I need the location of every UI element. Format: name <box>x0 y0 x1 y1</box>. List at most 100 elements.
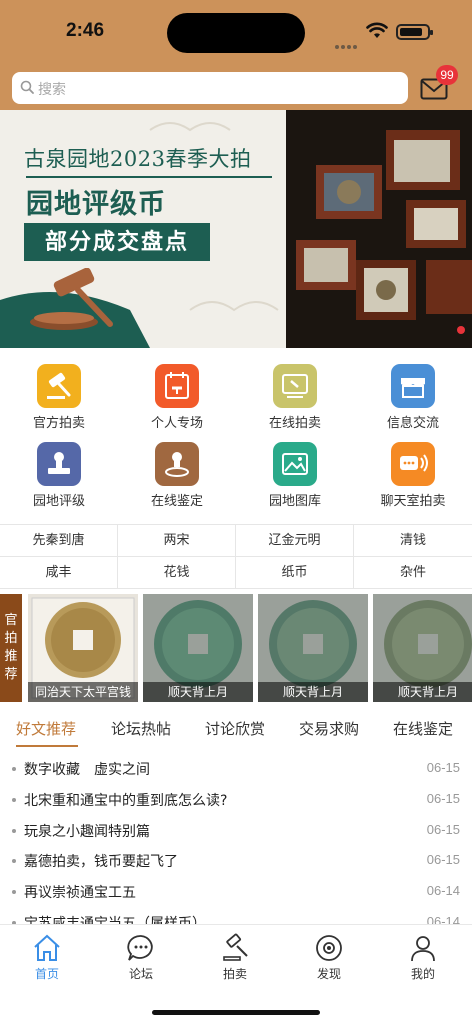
category-table: 先秦到唐 两宋 辽金元明 清钱 咸丰 花钱 纸币 杂件 <box>0 524 472 589</box>
article-tabs: 好文推荐 论坛热帖 讨论欣赏 交易求购 在线鉴定 <box>0 708 472 748</box>
nav-label: 首页 <box>34 967 59 981</box>
banner-subtitle: 园地评级币 <box>26 189 166 220</box>
article-date: 06-14 <box>426 883 460 898</box>
home-icon <box>34 934 60 961</box>
article-date: 06-14 <box>426 914 460 924</box>
carousel-indicator[interactable] <box>457 326 465 334</box>
auction-item-caption: 同治天下太平宫钱 <box>28 682 138 702</box>
tab-trade[interactable]: 交易求购 <box>299 718 359 739</box>
header-bar: 2:46 搜索 99 <box>0 0 472 110</box>
search-placeholder: 搜索 <box>38 82 66 98</box>
category-cell[interactable]: 辽金元明 <box>236 525 354 557</box>
cellular-signal-icon <box>335 34 361 49</box>
article-title: 再议崇祯通宝工五 <box>24 885 136 901</box>
nav-auction[interactable]: 拍卖 <box>188 933 282 985</box>
calendar-gavel-icon <box>155 364 199 408</box>
mail-badge: 99 <box>436 65 458 85</box>
grid-item-chatroom-auction[interactable]: 聊天室拍卖 <box>354 436 472 509</box>
grid-item-grading[interactable]: 园地评级 <box>0 436 118 509</box>
nav-home[interactable]: 首页 <box>0 933 94 985</box>
grid-item-personal-session[interactable]: 个人专场 <box>118 358 236 431</box>
list-item[interactable]: 数字收藏 虚实之间 06-15 <box>0 754 472 784</box>
article-title: 玩泉之小趣闻特别篇 <box>24 824 150 840</box>
category-cell[interactable]: 花钱 <box>118 557 236 589</box>
article-date: 06-15 <box>426 760 460 775</box>
category-cell[interactable]: 先秦到唐 <box>0 525 118 557</box>
banner-tagline: 部分成交盘点 <box>24 223 210 261</box>
nav-profile[interactable]: 我的 <box>376 933 470 985</box>
auction-item[interactable]: 顺天背上月 <box>258 594 368 702</box>
stamp-icon <box>37 442 81 486</box>
auction-item[interactable]: 同治天下太平宫钱 <box>28 594 138 702</box>
search-input[interactable]: 搜索 <box>12 72 408 104</box>
banner-photo <box>286 110 472 348</box>
nav-label: 发现 <box>316 967 341 981</box>
gavel-illustration <box>30 268 113 330</box>
grid-item-online-appraisal[interactable]: 在线鉴定 <box>118 436 236 509</box>
list-item[interactable]: 再议崇祯通宝工五 06-14 <box>0 877 472 907</box>
nav-label: 论坛 <box>128 967 153 981</box>
grid-item-label: 在线拍卖 <box>268 416 321 431</box>
tab-forum-hot[interactable]: 论坛热帖 <box>111 718 171 739</box>
wifi-icon <box>366 22 388 38</box>
article-list: 数字收藏 虚实之间 06-15 北宋重和通宝中的重到底怎么读? 06-15 玩泉… <box>0 754 472 924</box>
nav-discover[interactable]: 发现 <box>282 933 376 985</box>
screen-gavel-icon <box>273 364 317 408</box>
list-item[interactable]: 玩泉之小趣闻特别篇 06-15 <box>0 816 472 846</box>
compass-icon <box>316 935 342 961</box>
nav-label: 我的 <box>410 967 435 981</box>
nav-label: 拍卖 <box>222 967 247 981</box>
category-cell[interactable]: 杂件 <box>354 557 472 589</box>
bullet <box>12 829 16 833</box>
article-title: 嘉德拍卖，钱币要起飞了 <box>24 854 178 870</box>
recommend-tag-text: 官拍推荐 <box>4 613 18 682</box>
grid-item-label: 园地评级 <box>32 494 85 509</box>
gavel-icon <box>37 364 81 408</box>
category-cell[interactable]: 咸丰 <box>0 557 118 589</box>
article-date: 06-15 <box>426 822 460 837</box>
banner-divider <box>26 176 272 178</box>
promo-banner[interactable]: 古泉园地2023春季大拍 园地评级币 部分成交盘点 <box>0 110 472 348</box>
bottom-tab-bar: 首页 论坛 拍卖 发现 我的 <box>0 924 472 1024</box>
auction-item[interactable]: 顺天背上月 <box>143 594 253 702</box>
list-item[interactable]: 北宋重和通宝中的重到底怎么读? 06-15 <box>0 785 472 815</box>
grid-item-label: 在线鉴定 <box>150 494 203 509</box>
active-tab-indicator <box>16 745 78 747</box>
status-time: 2:46 <box>66 20 105 41</box>
nav-forum[interactable]: 论坛 <box>94 933 188 985</box>
tab-recommended[interactable]: 好文推荐 <box>16 718 76 739</box>
category-cell[interactable]: 清钱 <box>354 525 472 557</box>
grid-item-label: 园地图库 <box>268 494 321 509</box>
recommend-tag: 官拍推荐 <box>0 594 22 702</box>
article-title: 数字收藏 虚实之间 <box>24 762 150 778</box>
grid-item-label: 信息交流 <box>386 416 439 431</box>
chat-signal-icon <box>391 442 435 486</box>
grid-item-gallery[interactable]: 园地图库 <box>236 436 354 509</box>
tab-discussion[interactable]: 讨论欣赏 <box>205 718 265 739</box>
auction-item-caption: 顺天背上月 <box>258 682 368 702</box>
banner-title: 古泉园地2023春季大拍 <box>24 147 252 171</box>
home-indicator[interactable] <box>152 1010 320 1015</box>
auction-item-caption: 顺天背上月 <box>143 682 253 702</box>
article-title: 宝苏咸丰通宝当五（属样币） <box>24 916 206 924</box>
grid-item-info-exchange[interactable]: 信息交流 <box>354 358 472 431</box>
seal-icon <box>155 442 199 486</box>
grid-item-label: 个人专场 <box>150 416 203 431</box>
grid-item-official-auction[interactable]: 官方拍卖 <box>0 358 118 431</box>
status-bar: 2:46 <box>0 0 472 62</box>
gavel-icon <box>223 933 248 961</box>
battery-icon <box>396 24 433 40</box>
shop-icon <box>391 364 435 408</box>
search-icon <box>20 80 34 94</box>
bullet <box>12 890 16 894</box>
article-title: 北宋重和通宝中的重到底怎么读? <box>24 793 228 809</box>
camera-notch <box>167 13 305 53</box>
grid-item-online-auction[interactable]: 在线拍卖 <box>236 358 354 431</box>
bullet <box>12 767 16 771</box>
category-cell[interactable]: 两宋 <box>118 525 236 557</box>
list-item[interactable]: 宝苏咸丰通宝当五（属样币） 06-14 <box>0 908 472 924</box>
list-item[interactable]: 嘉德拍卖，钱币要起飞了 06-15 <box>0 846 472 876</box>
category-cell[interactable]: 纸币 <box>236 557 354 589</box>
tab-appraisal[interactable]: 在线鉴定 <box>393 718 453 739</box>
auction-item[interactable]: 顺天背上月 <box>373 594 472 702</box>
